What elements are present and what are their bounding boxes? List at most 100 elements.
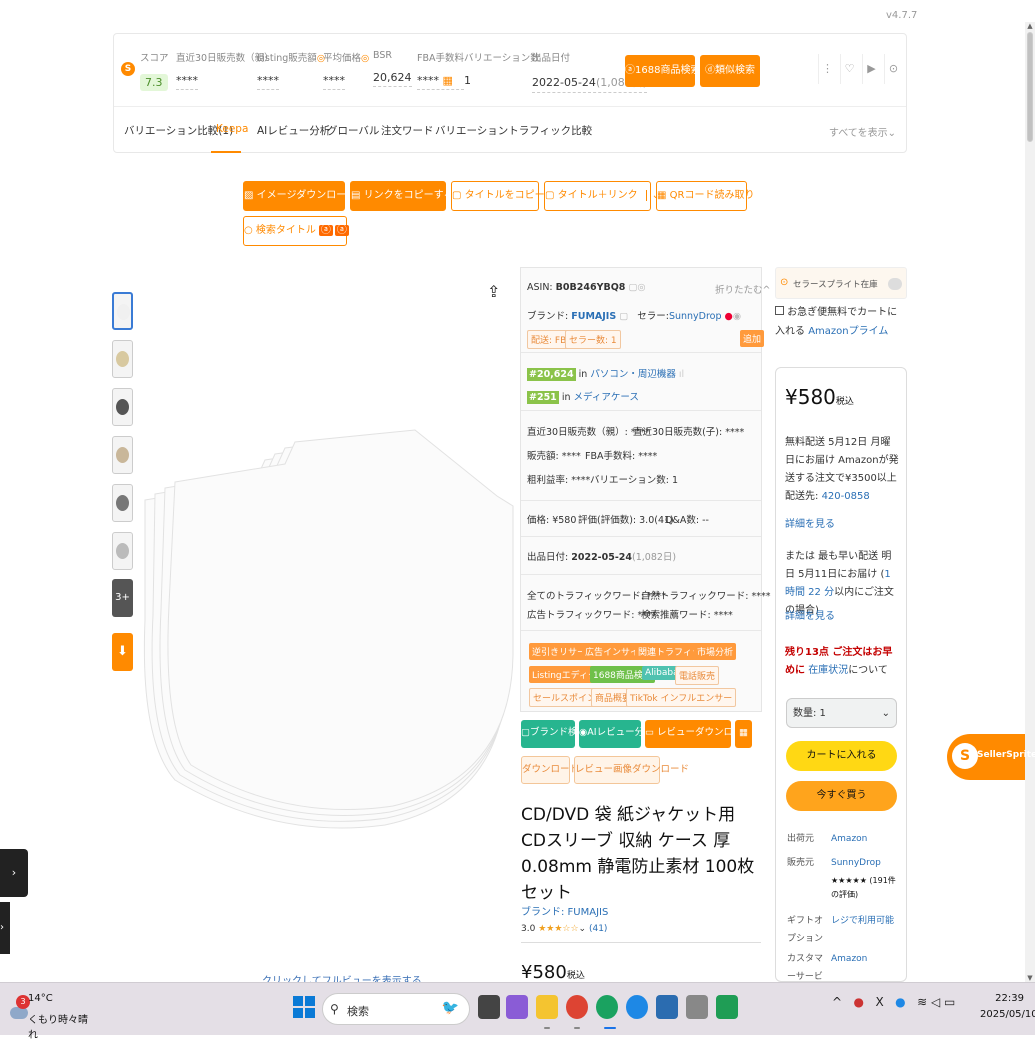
side-panel-expand-button[interactable]: › xyxy=(0,849,28,897)
product-rating[interactable]: 3.0 ★★★☆☆⌄ (41) xyxy=(521,924,607,934)
page-scrollbar[interactable]: ▲ ▼ xyxy=(1025,22,1035,982)
copy-icon[interactable]: ▢ xyxy=(619,311,628,322)
seller-value[interactable]: SunnyDrop xyxy=(831,854,881,872)
more-vertical-icon[interactable]: ⋮ xyxy=(818,54,836,84)
wifi-icon[interactable]: ≋ xyxy=(917,995,927,1009)
review-image-download-button[interactable]: レビュー画像ダウンロード xyxy=(574,756,689,784)
play-icon[interactable]: ▶ xyxy=(862,54,880,84)
sellersprite-float-button[interactable]: S SellerSprite xyxy=(947,734,1035,780)
settings-icon[interactable] xyxy=(686,995,708,1019)
copy-link-button[interactable]: ▤ リンクをコピーする xyxy=(350,181,454,211)
rank-category-link[interactable]: メディアケース xyxy=(574,392,639,403)
tag-phone-sales[interactable]: 電話販売 xyxy=(675,666,720,685)
thumbnail-5[interactable] xyxy=(112,484,133,522)
download-icon: ▭ xyxy=(645,727,657,738)
task-view-icon[interactable] xyxy=(478,995,500,1019)
sellersprite-stock-toggle[interactable]: ⊙ セラースプライト在庫 xyxy=(775,267,907,299)
tab-global[interactable]: グローバル xyxy=(327,123,379,138)
thumbnail-4[interactable] xyxy=(112,436,133,474)
collapse-toggle[interactable]: 折りたたむ^ xyxy=(715,282,770,296)
copy-icon[interactable]: ▢◎ xyxy=(628,282,645,293)
stat-label: BSR xyxy=(373,50,392,61)
chrome-icon[interactable] xyxy=(566,995,588,1019)
review-count-link[interactable]: (41) xyxy=(589,924,607,934)
download-image-icon[interactable]: ⬇ xyxy=(112,633,133,671)
tag-tiktok-influencer[interactable]: TikTok インフルエンサー xyxy=(626,688,737,707)
brand-link[interactable]: FUMAJIS xyxy=(571,311,616,322)
review-download-button[interactable]: ▭ レビューダウンロード xyxy=(645,720,752,748)
download-button[interactable]: ダウンロード xyxy=(521,756,579,784)
excel-icon[interactable] xyxy=(716,995,738,1019)
customer-service-value[interactable]: Amazon xyxy=(831,950,867,968)
tag-market-analysis[interactable]: 市場分析 xyxy=(694,643,737,660)
qr-read-button[interactable]: ▦ QRコード読み取り xyxy=(656,181,754,211)
taskbar-clock[interactable]: 22:39 2025/05/10 xyxy=(980,991,1035,1023)
weather-widget[interactable]: 3 14°C くもり時々晴れ xyxy=(6,993,96,1041)
search-1688-button[interactable]: ⓐ1688商品検索 xyxy=(625,55,700,87)
quantity-select[interactable]: 数量: 1 ⌄ xyxy=(786,698,897,728)
ai-review-button[interactable]: ◉AIレビュー分析 xyxy=(579,720,654,748)
windows-start-icon[interactable] xyxy=(292,995,316,1019)
prime-checkbox-row[interactable]: お急ぎ便無料でカートに入れる Amazonプライム xyxy=(775,303,907,341)
title-link-button[interactable]: ▢ タイトル＋リンク⌄ xyxy=(544,181,661,211)
battery-icon[interactable]: ▭ xyxy=(944,995,955,1009)
show-hidden-icons-icon[interactable]: ^ xyxy=(832,995,842,1009)
shipper-value[interactable]: Amazon xyxy=(831,830,867,848)
prime-link[interactable]: Amazonプライム xyxy=(808,326,888,337)
volume-icon[interactable]: ◁ xyxy=(931,995,940,1009)
scroll-down-icon[interactable]: ▼ xyxy=(1025,974,1035,982)
show-all-link[interactable]: すべてを表示⌄ xyxy=(829,124,896,139)
thumbnail-2[interactable] xyxy=(112,340,133,378)
taobao-icon[interactable]: ⓐ xyxy=(318,225,333,236)
1688-icon[interactable]: ⓐ xyxy=(334,225,349,236)
search-title-button[interactable]: ○ 検索タイトル ⓐ ⓐ xyxy=(243,216,349,246)
file-explorer-icon[interactable] xyxy=(536,995,558,1019)
thumbnail-6[interactable] xyxy=(112,532,133,570)
tab-keepa[interactable]: Keepa xyxy=(216,123,248,135)
seller-link[interactable]: SunnyDrop xyxy=(669,311,722,322)
details-link-1[interactable]: 詳細を見る xyxy=(785,516,899,534)
brand-store-link[interactable]: ブランド: FUMAJIS xyxy=(521,903,608,918)
buybox-price: ¥580税込 xyxy=(785,385,854,409)
product-image[interactable] xyxy=(135,420,515,840)
tab-variation-traffic[interactable]: バリエーショントラフィック比較 xyxy=(435,123,592,138)
tab-ai-review[interactable]: AIレビュー分析 xyxy=(257,123,330,138)
copy-title-button[interactable]: ▢ タイトルをコピー xyxy=(451,181,545,211)
calculator-icon[interactable]: ▦ xyxy=(735,720,752,748)
address-link[interactable]: 420-0858 xyxy=(822,491,870,502)
brand-label: ブランド: xyxy=(527,311,569,322)
calculator-icon[interactable]: ▦ xyxy=(443,74,453,87)
gift-value[interactable]: レジで利用可能 xyxy=(831,912,894,930)
thumbnail-1[interactable] xyxy=(112,292,133,330)
prime-checkbox[interactable] xyxy=(775,306,784,315)
rank-category-link[interactable]: パソコン・周辺機器 xyxy=(590,369,676,380)
edge-icon[interactable] xyxy=(626,995,648,1019)
chart-icon[interactable]: ıl xyxy=(679,369,684,380)
similar-search-button[interactable]: ⓓ類似検索 xyxy=(700,55,760,87)
chevron-up-icon: ^ xyxy=(762,285,771,296)
scrollbar-thumb[interactable] xyxy=(1027,32,1033,142)
stock-link[interactable]: 在庫状況 xyxy=(808,665,848,676)
buy-now-button[interactable]: 今すぐ買う xyxy=(786,781,897,811)
heart-icon[interactable]: ♡ xyxy=(840,54,858,84)
thumbnail-more[interactable]: 3+ xyxy=(112,579,133,617)
copilot-icon[interactable] xyxy=(506,995,528,1019)
add-to-cart-button[interactable]: カートに入れる xyxy=(786,741,897,771)
settings-icon[interactable]: ⊙ xyxy=(884,54,902,84)
onedrive-icon[interactable]: ● xyxy=(895,995,905,1009)
toggle-switch[interactable] xyxy=(888,278,902,290)
brand-detect-button[interactable]: ▢ブランド検出 xyxy=(521,720,587,748)
image-download-button[interactable]: ▨ イメージダウンロード xyxy=(243,181,356,211)
photos-icon[interactable] xyxy=(656,995,678,1019)
details-link-2[interactable]: 詳細を見る xyxy=(785,608,899,626)
chrome-profile-icon[interactable] xyxy=(596,995,618,1019)
scroll-up-icon[interactable]: ▲ xyxy=(1025,22,1035,30)
antivirus-icon[interactable]: ● xyxy=(854,995,864,1009)
share-icon[interactable]: ⇪ xyxy=(487,282,500,301)
taskbar-search-input[interactable]: ⚲ 検索 🐦 xyxy=(322,993,470,1025)
side-panel-expand-button-2[interactable]: › xyxy=(0,902,10,954)
add-button[interactable]: 追加 xyxy=(740,330,765,347)
tab-order-words[interactable]: 注文ワード xyxy=(381,123,434,138)
thumbnail-3[interactable] xyxy=(112,388,133,426)
x-app-icon[interactable]: X xyxy=(875,995,883,1009)
